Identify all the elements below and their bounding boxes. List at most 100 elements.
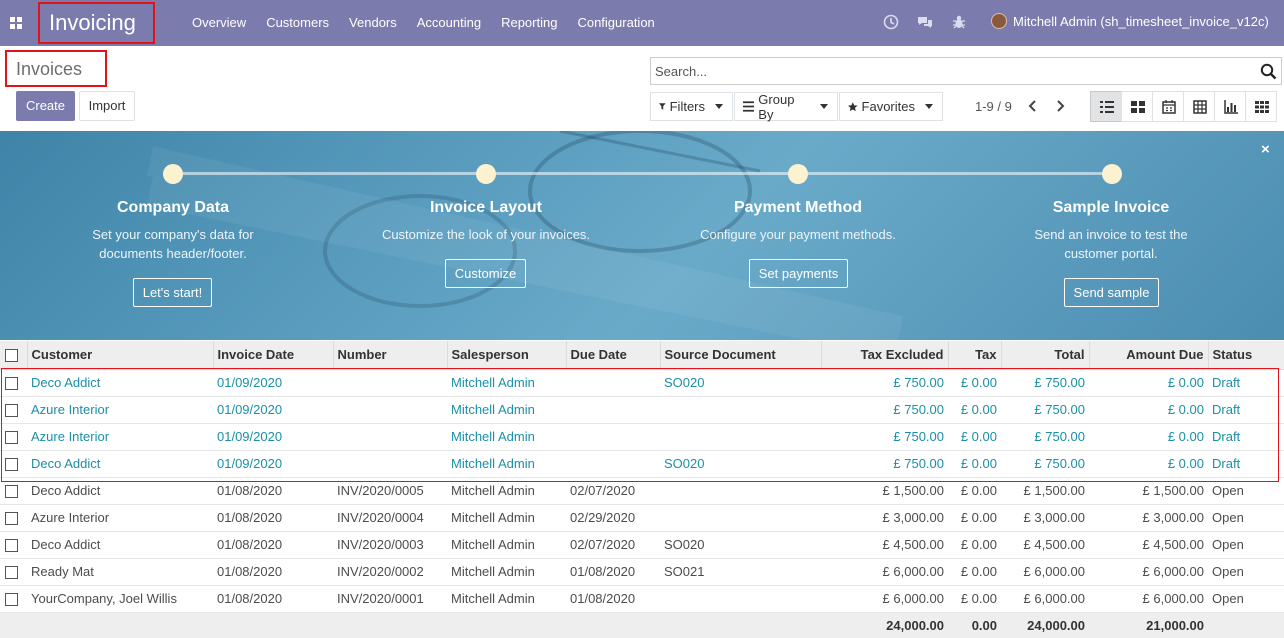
table-row[interactable]: Azure Interior 01/09/2020 Mitchell Admin £ … (0, 395, 1284, 423)
cell-salesperson: Mitchell Admin (447, 530, 566, 558)
cell-invoice-date: 01/08/2020 (213, 503, 333, 531)
column-header[interactable]: Tax Excluded (820, 341, 948, 370)
send-sample-button[interactable]: Send sample (1064, 278, 1159, 307)
step-description: Set your company's data for documents he… (92, 227, 254, 261)
row-checkbox[interactable] (5, 458, 18, 472)
menu-customers[interactable]: Customers (256, 0, 339, 46)
chevron-left-icon[interactable] (1027, 99, 1039, 113)
cell-tax-excluded: £ 1,500.00 (821, 476, 948, 504)
column-header[interactable]: Customer (26, 341, 213, 370)
app-name[interactable]: Invoicing (38, 2, 155, 44)
row-checkbox[interactable] (5, 404, 18, 418)
chevron-right-icon[interactable] (1054, 99, 1066, 113)
row-checkbox[interactable] (5, 485, 18, 499)
row-checkbox[interactable] (5, 512, 18, 526)
table-row[interactable]: Deco Addict 01/08/2020 INV/2020/0005 Mitche… (0, 476, 1284, 504)
filters-dropdown[interactable]: Filters (650, 92, 733, 121)
column-header[interactable]: Number (332, 341, 447, 370)
cell-customer: Ready Mat (27, 557, 213, 585)
column-header[interactable]: Due Date (565, 341, 660, 370)
create-button[interactable]: Create (16, 91, 75, 121)
cell-amount-due: £ 0.00 (1089, 449, 1208, 477)
cell-tax: £ 0.00 (948, 368, 1001, 396)
column-header[interactable]: Invoice Date (212, 341, 333, 370)
menu-reporting[interactable]: Reporting (491, 0, 567, 46)
customize-button[interactable]: Customize (445, 259, 526, 288)
cell-source-document: SO020 (660, 449, 821, 477)
row-checkbox[interactable] (5, 566, 18, 580)
table-row[interactable]: YourCompany, Joel Willis 01/08/2020 INV/20… (0, 584, 1284, 612)
table-row[interactable]: Deco Addict 01/09/2020 Mitchell Admin SO020… (0, 368, 1284, 396)
column-header[interactable]: Salesperson (446, 341, 566, 370)
menu-overview[interactable]: Overview (182, 0, 256, 46)
cell-amount-due: £ 0.00 (1089, 395, 1208, 423)
cell-status: Open (1208, 476, 1284, 504)
column-header[interactable]: Status (1207, 341, 1284, 370)
cell-status: Draft (1208, 449, 1284, 477)
cell-amount-due: £ 0.00 (1089, 422, 1208, 450)
column-header[interactable]: Amount Due (1088, 341, 1208, 370)
chat-messages-icon[interactable] (917, 14, 933, 30)
totals-blank (566, 611, 660, 638)
graph-view-button[interactable] (1214, 91, 1246, 122)
search-icon[interactable] (1260, 63, 1277, 80)
table-header-row: Customer Invoice Date Number Salesperson… (0, 341, 1284, 370)
cell-tax: £ 0.00 (948, 584, 1001, 612)
row-checkbox[interactable] (5, 593, 18, 607)
top-navbar: Invoicing Overview Customers Vendors Acc… (0, 0, 1284, 46)
cell-tax-excluded: £ 750.00 (821, 449, 948, 477)
close-icon[interactable]: × (1261, 141, 1270, 158)
groupby-dropdown[interactable]: Group By (734, 92, 838, 122)
pivot-view-button[interactable] (1183, 91, 1215, 122)
apps-menu-icon[interactable] (8, 15, 24, 31)
activity-clock-icon[interactable] (883, 14, 899, 30)
menu-vendors[interactable]: Vendors (339, 0, 407, 46)
row-checkbox[interactable] (5, 377, 18, 391)
column-header[interactable]: Source Document (659, 341, 821, 370)
cell-status: Draft (1208, 422, 1284, 450)
search-input[interactable] (651, 58, 1251, 84)
cell-due-date (566, 368, 660, 396)
table-row[interactable]: Ready Mat 01/08/2020 INV/2020/0002 Mitchell… (0, 557, 1284, 585)
cell-source-document (660, 395, 821, 423)
cell-total: £ 1,500.00 (1001, 476, 1089, 504)
column-header[interactable]: Total (1000, 341, 1089, 370)
table-row[interactable]: Deco Addict 01/09/2020 Mitchell Admin SO020… (0, 449, 1284, 477)
select-all-checkbox[interactable] (5, 349, 18, 363)
cell-tax: £ 0.00 (948, 503, 1001, 531)
debug-bug-icon[interactable] (951, 14, 967, 30)
cell-amount-due: £ 0.00 (1089, 368, 1208, 396)
table-row[interactable]: Azure Interior 01/08/2020 INV/2020/0004 Mit… (0, 503, 1284, 531)
user-menu[interactable]: Mitchell Admin (sh_timesheet_invoice_v12… (991, 13, 1269, 29)
row-select-cell (0, 449, 27, 477)
cell-invoice-date: 01/09/2020 (213, 449, 333, 477)
list-view-button[interactable] (1090, 91, 1122, 122)
cell-status: Open (1208, 503, 1284, 531)
row-checkbox[interactable] (5, 431, 18, 445)
grid-view-button[interactable] (1245, 91, 1277, 122)
cell-invoice-date: 01/08/2020 (213, 584, 333, 612)
onboarding-banner: Company Data Set your company's data for… (0, 131, 1284, 340)
calendar-view-button[interactable] (1152, 91, 1184, 122)
cell-source-document: SO020 (660, 368, 821, 396)
row-checkbox[interactable] (5, 539, 18, 553)
menu-accounting[interactable]: Accounting (407, 0, 491, 46)
favorites-dropdown[interactable]: Favorites (839, 92, 943, 121)
lets-start-button[interactable]: Let's start! (133, 278, 212, 307)
pager-value[interactable]: 1-9 / 9 (975, 99, 1012, 114)
cell-salesperson: Mitchell Admin (447, 503, 566, 531)
table-row[interactable]: Azure Interior 01/09/2020 Mitchell Admin £ … (0, 422, 1284, 450)
table-row[interactable]: Deco Addict 01/08/2020 INV/2020/0003 Mitche… (0, 530, 1284, 558)
set-payments-button[interactable]: Set payments (749, 259, 848, 288)
menu-configuration[interactable]: Configuration (567, 0, 664, 46)
total-amount-due: 21,000.00 (1089, 611, 1208, 638)
cell-total: £ 4,500.00 (1001, 530, 1089, 558)
column-header[interactable]: Tax (947, 341, 1001, 370)
import-button[interactable]: Import (79, 91, 135, 121)
step-payment-method: Payment Method Configure your payment me… (658, 199, 938, 244)
totals-blank (333, 611, 447, 638)
step-invoice-layout: Invoice Layout Customize the look of you… (346, 199, 626, 244)
cell-salesperson: Mitchell Admin (447, 449, 566, 477)
kanban-view-button[interactable] (1121, 91, 1153, 122)
invoice-table: Customer Invoice Date Number Salesperson… (0, 341, 1284, 638)
